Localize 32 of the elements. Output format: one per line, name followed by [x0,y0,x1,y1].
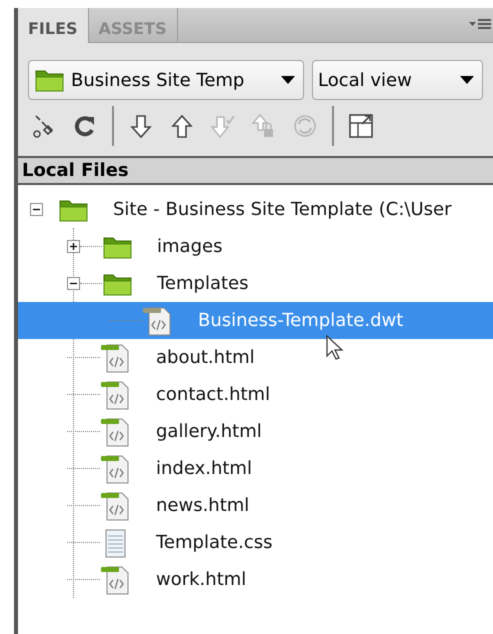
panel-tab[interactable]: FILES [18,8,89,43]
collapse-toggle-icon[interactable] [67,277,80,290]
tree-row[interactable]: news.html [67,487,493,524]
folder-name[interactable]: images [157,236,222,257]
tree-row[interactable]: Templates [67,265,493,302]
tree-row[interactable]: images [67,228,493,265]
caret-icon [460,76,474,84]
view-dropdown[interactable]: Local view [312,60,483,100]
tree-row[interactable]: gallery.html [67,413,493,450]
tree-row[interactable]: work.html [67,561,493,598]
tree-row[interactable]: index.html [67,450,493,487]
folder-name[interactable]: Templates [157,273,249,294]
file-name[interactable]: news.html [156,495,250,516]
file-name[interactable]: index.html [156,458,252,479]
file-name[interactable]: gallery.html [156,421,262,442]
caret-icon [281,76,295,84]
file-name[interactable]: contact.html [156,384,270,405]
file-name[interactable]: work.html [156,569,246,590]
expand-panel-icon[interactable] [347,112,375,140]
expand-toggle-icon[interactable] [67,240,80,253]
file-name[interactable]: about.html [156,347,255,368]
tree-header: Local Files [18,156,493,185]
file-name[interactable]: Template.css [156,532,273,553]
site-dropdown[interactable]: Business Site Temp [28,60,304,100]
collapse-toggle-icon[interactable] [30,203,43,216]
mouse-pointer-icon [326,335,344,361]
menu-icon[interactable] [469,18,491,32]
tree-row[interactable]: Template.css [67,524,493,561]
tree-row[interactable]: about.html [67,339,493,376]
tree-row[interactable]: contact.html [67,376,493,413]
folder-name[interactable]: Site - Business Site Template (C:\User [113,199,452,220]
tree-row[interactable]: Site - Business Site Template (C:\User [30,191,493,228]
